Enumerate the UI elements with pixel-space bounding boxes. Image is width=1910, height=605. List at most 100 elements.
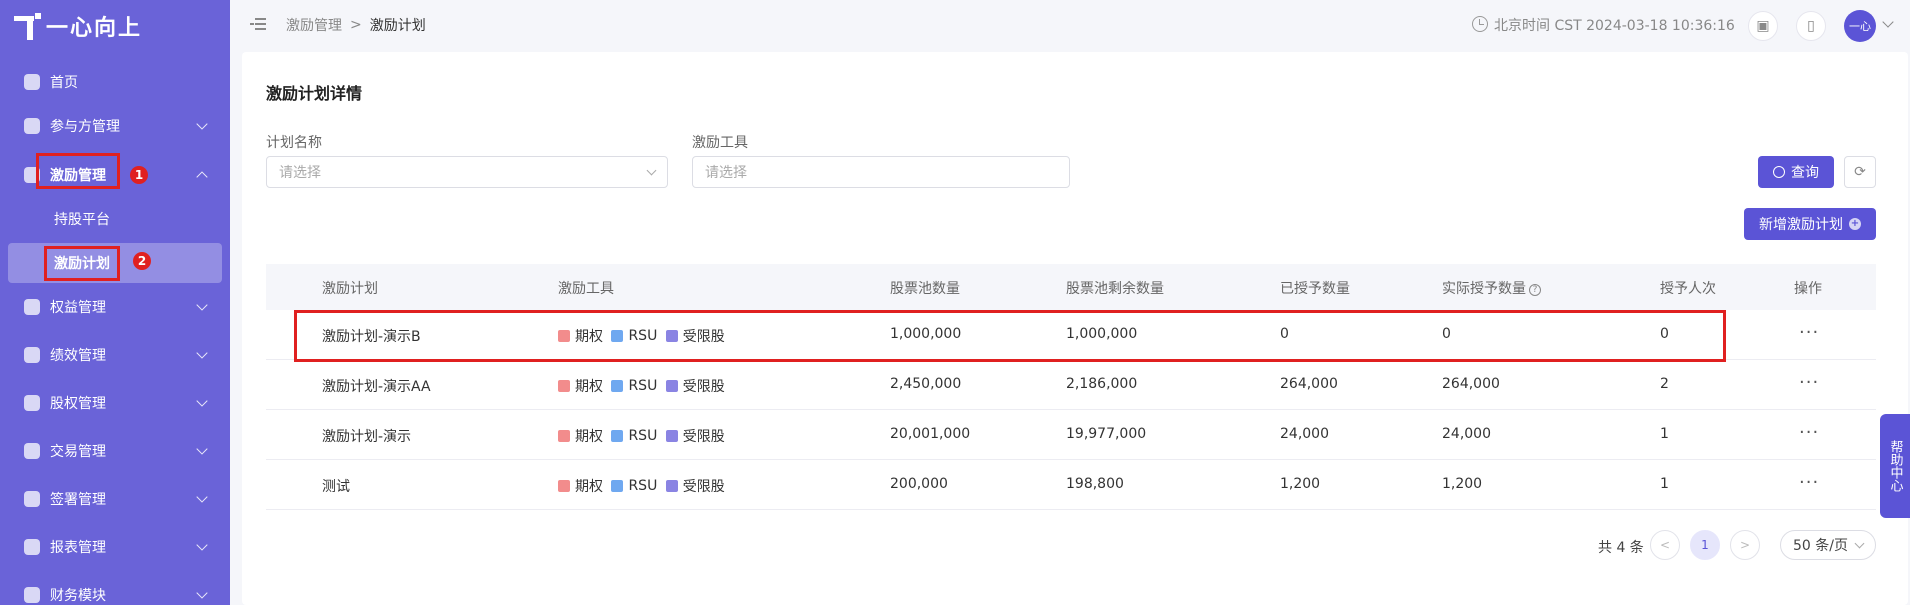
restricted-stock-icon [665, 380, 678, 392]
tool-tag: 期权 [575, 479, 603, 495]
next-page-button[interactable]: > [1730, 530, 1760, 560]
more-actions-icon[interactable]: ··· [1799, 472, 1819, 493]
actual-granted-cell: 1,200 [1442, 476, 1483, 492]
column-header: 股票池剩余数量 [1066, 281, 1164, 297]
tool-tag: 受限股 [682, 429, 725, 445]
restricted-stock-icon [665, 430, 678, 442]
chevron-down-icon [1854, 538, 1865, 549]
column-header: 已授予数量 [1280, 281, 1350, 297]
option-icon [558, 480, 570, 492]
logo-mark-icon [14, 13, 41, 40]
prev-page-button[interactable]: < [1650, 530, 1680, 560]
tools-cell: 期权 RSU 受限股 [558, 376, 729, 396]
table-row: 激励计划-演示AA 期权 RSU 受限股 2,450,000 2,186,000… [266, 360, 1876, 410]
performance-icon [24, 347, 40, 363]
more-actions-icon[interactable]: ··· [1799, 322, 1819, 343]
tool-tag: RSU [628, 428, 658, 444]
tool-label: 激励工具 [692, 135, 748, 151]
more-actions-icon[interactable]: ··· [1799, 372, 1819, 393]
breadcrumb-separator: > [350, 17, 362, 33]
sidebar-item-participants[interactable]: 参与方管理 [0, 106, 230, 146]
annotation-highlight-box [44, 246, 120, 281]
tool-tag: RSU [628, 378, 658, 394]
sidebar-item-label: 财务模块 [50, 588, 106, 604]
annotation-step-badge: 2 [133, 252, 151, 270]
sidebar-item-label: 签署管理 [50, 492, 106, 508]
sidebar-item-sign[interactable]: 签署管理 [0, 479, 230, 519]
table-header: 激励计划 激励工具 股票池数量 股票池剩余数量 已授予数量 实际授予数量? 授予… [266, 264, 1876, 310]
remaining-cell: 19,977,000 [1066, 426, 1147, 442]
column-header: 激励工具 [558, 281, 614, 297]
document-icon: ▯ [1807, 18, 1815, 34]
docs-button[interactable]: ▯ [1796, 11, 1826, 41]
page-number-button[interactable]: 1 [1690, 530, 1720, 560]
sign-icon [24, 491, 40, 507]
tool-tag: 受限股 [682, 379, 725, 395]
rsu-icon [611, 380, 624, 392]
sidebar-item-trade[interactable]: 交易管理 [0, 431, 230, 471]
brand-logo[interactable]: 一心向上 [0, 0, 230, 52]
sidebar-item-performance[interactable]: 绩效管理 [0, 335, 230, 375]
clock-icon [1472, 16, 1488, 32]
table-row: 测试 期权 RSU 受限股 200,000 198,800 1,200 1,20… [266, 460, 1876, 510]
clipboard-check-icon: ▣ [1756, 18, 1770, 34]
server-time: 北京时间 CST 2024-03-18 10:36:16 [1494, 18, 1735, 34]
chevron-down-icon [196, 443, 208, 455]
granted-cell: 264,000 [1280, 376, 1338, 392]
page-title: 激励计划详情 [266, 84, 363, 103]
rsu-icon [611, 480, 624, 492]
sidebar-item-label: 报表管理 [50, 540, 106, 556]
more-actions-icon[interactable]: ··· [1799, 422, 1819, 443]
column-header: 股票池数量 [890, 281, 960, 297]
logo-text: 一心向上 [46, 16, 143, 41]
sidebar: 一心向上 首页 参与方管理 激励管理 持股平台 激励计划 权益管理 绩效管理 股… [0, 0, 230, 605]
breadcrumb-item[interactable]: 激励管理 [286, 15, 342, 35]
pool-cell: 200,000 [890, 476, 948, 492]
chevron-up-icon [196, 171, 208, 183]
sidebar-item-finance[interactable]: 财务模块 [0, 575, 230, 605]
tool-select[interactable]: 请选择 [692, 156, 1070, 188]
plan-name-cell[interactable]: 激励计划-演示AA [322, 376, 431, 396]
finance-icon [24, 587, 40, 603]
help-center-button[interactable]: 帮助中心 [1880, 414, 1910, 518]
report-icon [24, 539, 40, 555]
chevron-down-icon[interactable] [1882, 16, 1894, 28]
pool-cell: 20,001,000 [890, 426, 971, 442]
reset-button[interactable]: ⟳ [1844, 156, 1876, 188]
shares-icon [24, 395, 40, 411]
plan-name-cell[interactable]: 测试 [322, 476, 350, 496]
chevron-down-icon [196, 539, 208, 551]
page-size-select[interactable]: 50 条/页 [1780, 530, 1876, 560]
search-button[interactable]: 查询 [1758, 156, 1834, 188]
equity-rights-icon [24, 299, 40, 315]
avatar[interactable]: 一心 [1844, 10, 1876, 42]
pool-cell: 2,450,000 [890, 376, 962, 392]
option-icon [558, 430, 570, 442]
tool-placeholder: 请选择 [705, 165, 747, 181]
chevron-right-icon: > [1739, 538, 1751, 552]
column-header: 授予人次 [1660, 281, 1716, 297]
sidebar-item-label: 权益管理 [50, 300, 106, 316]
actual-granted-cell: 264,000 [1442, 376, 1500, 392]
tool-tag: RSU [628, 478, 658, 494]
question-icon[interactable]: ? [1529, 284, 1541, 296]
sidebar-item-equity-rights[interactable]: 权益管理 [0, 287, 230, 327]
sidebar-subitem-holding-platform[interactable]: 持股平台 [0, 199, 230, 239]
sidebar-item-report[interactable]: 报表管理 [0, 527, 230, 567]
sidebar-item-shares[interactable]: 股权管理 [0, 383, 230, 423]
option-icon [558, 380, 570, 392]
plan-name-cell[interactable]: 激励计划-演示 [322, 426, 411, 446]
remaining-cell: 2,186,000 [1066, 376, 1138, 392]
add-plan-button[interactable]: 新增激励计划 + [1744, 208, 1876, 240]
column-header: 实际授予数量 [1442, 281, 1526, 297]
plan-name-select[interactable]: 请选择 [266, 156, 668, 188]
task-button[interactable]: ▣ [1748, 11, 1778, 41]
sidebar-item-home[interactable]: 首页 [0, 62, 230, 102]
breadcrumb-current: 激励计划 [369, 18, 426, 34]
plan-name-label: 计划名称 [266, 135, 322, 151]
chevron-down-icon [196, 299, 208, 311]
sidebar-subitem-label: 持股平台 [54, 212, 110, 228]
menu-collapse-icon[interactable] [250, 17, 266, 31]
breadcrumb: 激励管理 > 激励计划 [286, 15, 426, 35]
annotation-highlight-box [36, 153, 120, 189]
